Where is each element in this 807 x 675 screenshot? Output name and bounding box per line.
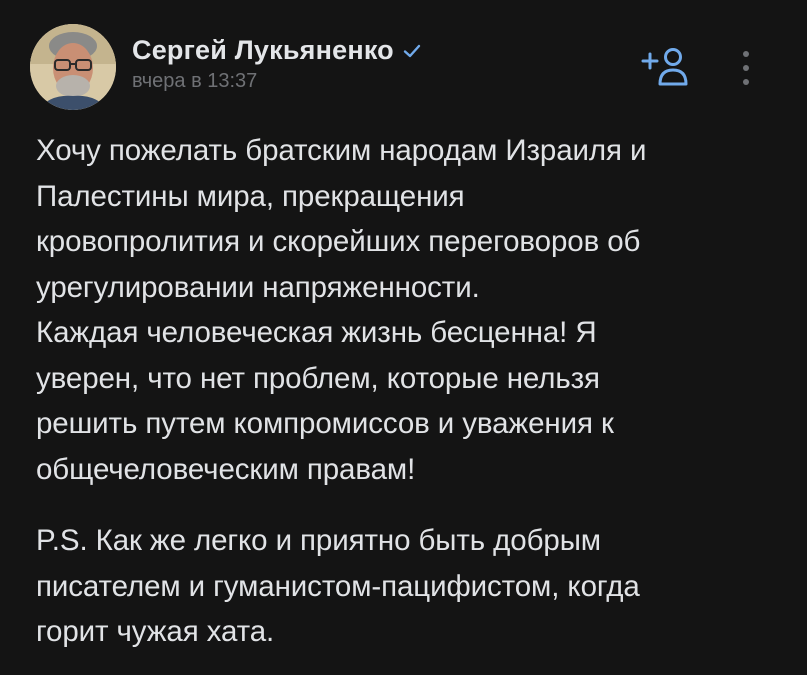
post-card: Сергей Лукьяненко вчера в 13:37 Хочу пож… [0, 0, 807, 675]
post-text: Хочу пожелать братским народам Израиля и… [36, 128, 776, 655]
text-line: кровопролития и скорейших переговоров об [36, 225, 641, 258]
text-line: урегулировании напряженности. [36, 270, 480, 304]
avatar[interactable] [30, 24, 116, 110]
text-line: Палестины мира, прекращения [36, 179, 465, 213]
text-line: уверен, что нет проблем, которые нельзя [36, 361, 600, 395]
text-line: Каждая человеческая жизнь бесценна! Я [36, 316, 597, 349]
avatar-photo [30, 24, 116, 110]
text-line: Хочу пожелать братским народам Израиля и [36, 134, 647, 167]
checkmark-icon [403, 44, 421, 57]
text-line: решить путем компромиссов и уважения к [36, 407, 614, 440]
add-friend-icon[interactable] [641, 46, 691, 90]
vertical-dots-icon[interactable] [736, 48, 756, 88]
text-line: P.S. Как же легко и приятно быть добрым [36, 524, 601, 557]
paragraph-1: Хочу пожелать братским народам Израиля и… [36, 128, 776, 492]
author-name[interactable]: Сергей Лукьяненко [132, 35, 394, 66]
author-block: Сергей Лукьяненко вчера в 13:37 [132, 35, 422, 93]
text-line: горит чужая хата. [36, 615, 275, 648]
post-timestamp[interactable]: вчера в 13:37 [132, 70, 422, 93]
text-line: общечеловеческим правам! [36, 452, 416, 486]
paragraph-ps: P.S. Как же легко и приятно быть добрым … [36, 518, 776, 655]
author-name-row: Сергей Лукьяненко [132, 35, 422, 66]
post-header: Сергей Лукьяненко вчера в 13:37 [30, 24, 422, 110]
text-line: писателем и гуманистом-пацифистом, когда [36, 569, 640, 603]
